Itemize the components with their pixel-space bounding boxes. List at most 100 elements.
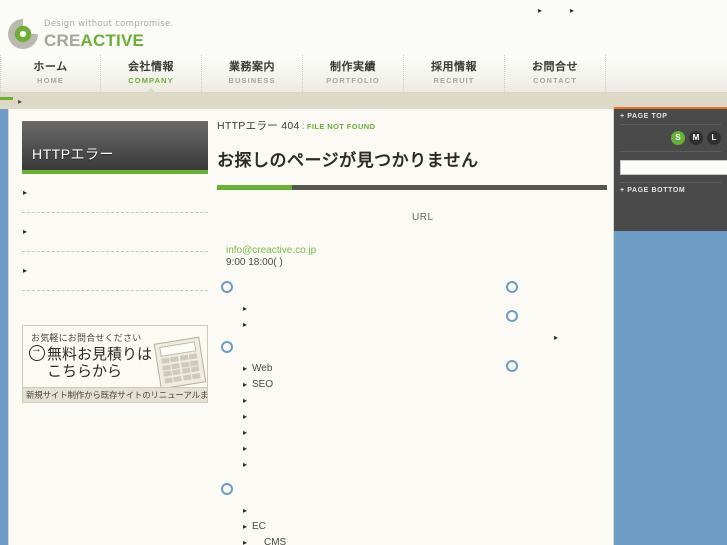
sitemap-sub[interactable]: Web	[217, 361, 397, 377]
search-form	[614, 152, 727, 182]
site-header: Design without compromise. CREACTIVE	[0, 0, 727, 55]
free-estimate-banner[interactable]: お気軽にお問合せください 無料お見積りは こちらから 新規サイト制作から既存サイ…	[22, 325, 208, 403]
bullet-arrow-icon: ▸	[23, 188, 28, 197]
calculator-keys	[161, 353, 201, 384]
bullet-arrow-icon: ▸	[23, 266, 28, 275]
logo-text: Design without compromise. CREACTIVE	[44, 19, 174, 51]
breadcrumb-accent	[0, 97, 13, 100]
page-root: Design without compromise. CREACTIVE ホーム…	[0, 0, 727, 545]
error-code-line: HTTPエラー 404: FILE NOT FOUND	[217, 118, 607, 133]
contact-hours: 9:00 18:00( )	[226, 257, 283, 268]
content-container: HTTPエラー ▸ ▸ ▸ お気軽にお問合せください 無料お見積りは こちらから	[8, 109, 614, 545]
right-utility-panel: + PAGE TOP S M L + PAGE BOTTOM	[614, 107, 727, 231]
nav-item-recruit[interactable]: 採用情報 RECRUIT	[404, 55, 505, 92]
sitemap-column-b	[502, 279, 607, 380]
page-title: お探しのページが見つかりません	[217, 151, 479, 170]
sitemap-sub[interactable]: CMS	[217, 535, 397, 545]
sitemap-sub-label: Web	[252, 363, 273, 374]
sidebar-link-2[interactable]: ▸	[22, 213, 208, 252]
text-size-large-button[interactable]: L	[707, 131, 721, 145]
nav-label-en: CONTACT	[533, 76, 577, 85]
sitemap-sub[interactable]	[217, 457, 397, 473]
banner-line-1: 無料お見積りは	[47, 346, 153, 363]
ring-bullet-icon	[221, 483, 233, 495]
text-size-medium-button[interactable]: M	[689, 131, 703, 145]
text-size-small-button[interactable]: S	[671, 131, 685, 145]
brand-part-2: ACTIVE	[80, 31, 145, 50]
site-logo[interactable]: Design without compromise. CREACTIVE	[6, 17, 206, 55]
nav-label-en: PORTFOLIO	[326, 76, 380, 85]
url-label: URL	[412, 212, 434, 223]
calculator-icon	[153, 336, 207, 390]
title-rule	[217, 185, 607, 190]
nav-item-contact[interactable]: お問合せ CONTACT	[505, 55, 606, 92]
contact-email-link[interactable]: info@creactive.co.jp	[226, 245, 316, 256]
error-code: 404	[281, 120, 300, 132]
site-tagline: Design without compromise.	[44, 19, 174, 29]
error-status: FILE NOT FOUND	[306, 122, 376, 131]
nav-label-ja: 制作実績	[330, 61, 376, 73]
left-sidebar: HTTPエラー ▸ ▸ ▸	[22, 121, 208, 291]
nav-filler	[606, 55, 727, 92]
sidebar-box-title: HTTPエラー	[22, 121, 208, 174]
sitemap-sub[interactable]	[217, 503, 397, 519]
ring-bullet-icon	[506, 360, 518, 372]
sitemap-head[interactable]	[217, 339, 397, 361]
banner-line-2: こちらから	[47, 363, 123, 380]
nav-label-en: RECRUIT	[433, 76, 475, 85]
nav-label-ja: 採用情報	[431, 61, 477, 73]
sidebar-link-1[interactable]: ▸	[22, 174, 208, 213]
ring-bullet-icon	[221, 341, 233, 353]
page-bottom-link[interactable]: + PAGE BOTTOM	[614, 183, 727, 198]
ring-bullet-icon	[221, 281, 233, 293]
sitemap-sub[interactable]: EC	[217, 519, 397, 535]
header-utility-link-1[interactable]	[538, 5, 542, 15]
nav-label-en: HOME	[37, 76, 64, 85]
page-top-link[interactable]: + PAGE TOP	[614, 109, 727, 124]
sitemap-sub-label: CMS	[264, 537, 287, 545]
main-content: HTTPエラー 404: FILE NOT FOUND お探しのページが見つかりま…	[217, 118, 607, 268]
ring-bullet-icon	[506, 310, 518, 322]
sidebar-box-title-text: HTTPエラー	[32, 146, 115, 162]
arrow-circle-icon	[29, 342, 45, 361]
sitemap-head[interactable]	[217, 279, 397, 301]
text-size-switcher: S M L	[614, 125, 727, 151]
nav-label-ja: ホーム	[33, 61, 68, 73]
nav-label-ja: 業務案内	[229, 61, 275, 73]
brand-name: CREACTIVE	[44, 31, 174, 51]
sitemap-head[interactable]	[502, 358, 607, 380]
nav-item-company[interactable]: 会社情報 COMPANY	[101, 55, 202, 93]
bullet-arrow-icon: ▸	[23, 227, 28, 236]
nav-label-en: BUSINESS	[228, 76, 276, 85]
sitemap-head[interactable]	[502, 279, 607, 301]
nav-item-business[interactable]: 業務案内 BUSINESS	[202, 55, 303, 92]
global-navigation: ホーム HOME 会社情報 COMPANY 業務案内 BUSINESS 制作実績…	[0, 55, 727, 93]
nav-label-ja: お問合せ	[532, 61, 578, 73]
sitemap-sub[interactable]	[217, 301, 397, 317]
sitemap-sub[interactable]	[217, 441, 397, 457]
creactive-logo-icon	[8, 19, 38, 49]
sitemap-sub-label: SEO	[252, 379, 274, 390]
sidebar-link-3[interactable]: ▸	[22, 252, 208, 291]
sitemap-sub[interactable]	[528, 330, 607, 346]
sitemap-head[interactable]	[217, 481, 397, 503]
sitemap-sub[interactable]	[217, 409, 397, 425]
error-separator: :	[301, 120, 305, 132]
nav-item-home[interactable]: ホーム HOME	[0, 55, 101, 92]
sitemap-sub[interactable]: SEO	[217, 377, 397, 393]
sitemap-sub[interactable]	[217, 425, 397, 441]
sitemap-head[interactable]	[502, 308, 607, 330]
nav-label-en: COMPANY	[128, 76, 174, 85]
breadcrumb	[18, 96, 22, 106]
nav-item-portfolio[interactable]: 制作実績 PORTFOLIO	[303, 55, 404, 92]
ring-bullet-icon	[506, 281, 518, 293]
brand-part-1: CRE	[44, 31, 81, 50]
search-input[interactable]	[620, 159, 727, 175]
header-utility-link-2[interactable]	[570, 5, 574, 15]
banner-footer-text: 新規サイト制作から既存サイトのリニューアルまで	[23, 387, 207, 402]
sitemap-sub[interactable]	[217, 317, 397, 333]
sitemap-sub[interactable]	[217, 393, 397, 409]
banner-main-text: 無料お見積りは こちらから	[29, 342, 153, 380]
nav-label-ja: 会社情報	[128, 61, 174, 73]
sitemap-sub-label: EC	[252, 521, 266, 532]
